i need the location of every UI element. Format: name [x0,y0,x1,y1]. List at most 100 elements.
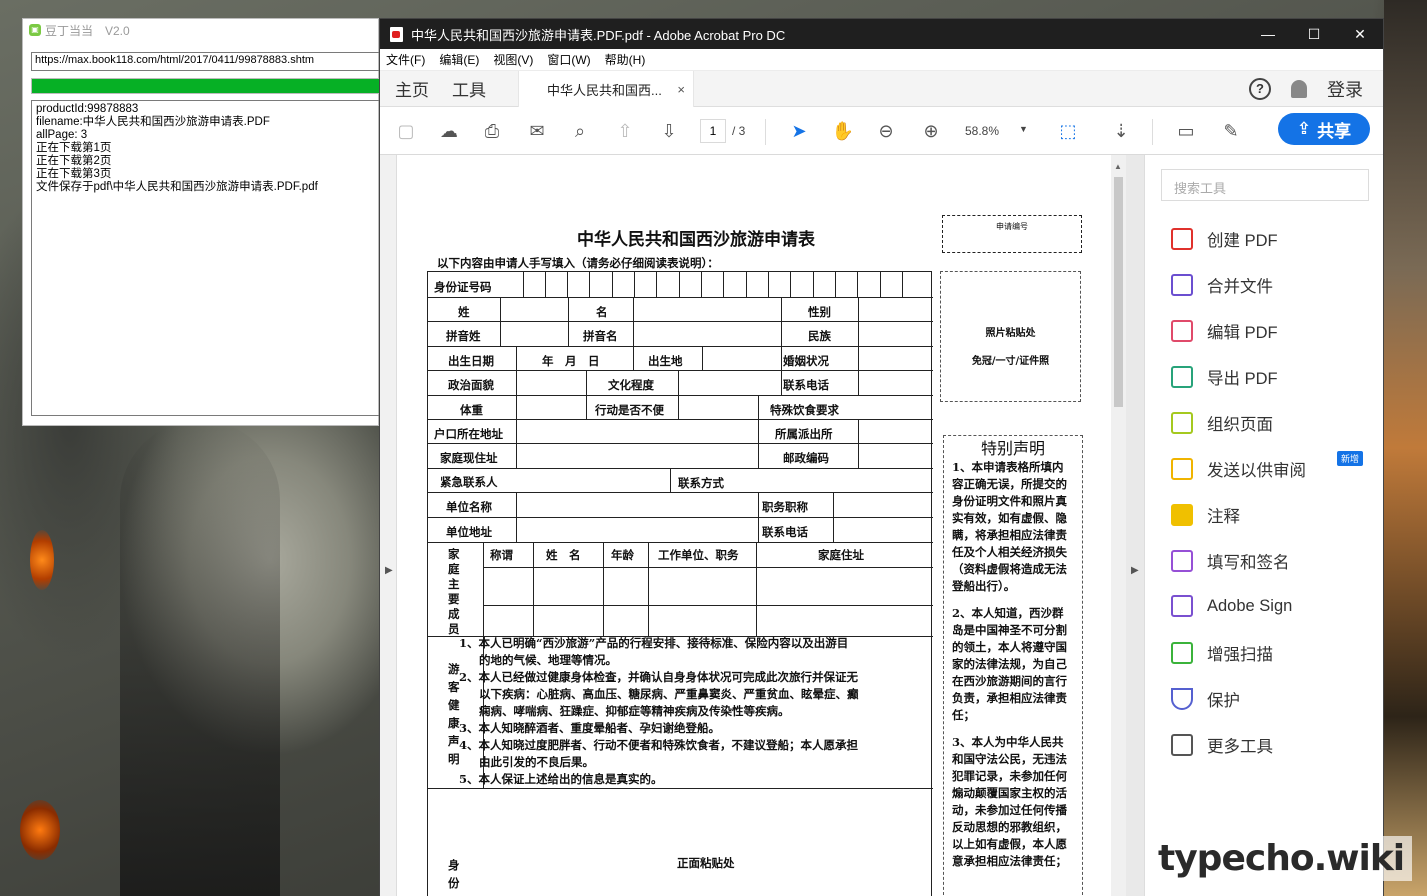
new-badge: 新增 [1337,451,1364,466]
label-contact: 联系方式 [678,476,724,490]
vertical-scrollbar[interactable]: ▲ [1111,155,1126,896]
save-icon[interactable]: ▢ [394,119,418,143]
scroll-up-icon[interactable]: ▲ [1114,162,1122,171]
tab-tools[interactable]: 工具 [452,76,486,101]
label-py-given: 拼音名 [583,329,618,343]
share-icon: ⇪ [1296,119,1312,138]
log-line: 正在下载第1页 [36,142,112,154]
label-work: 工作单位、职务 [658,548,739,562]
acrobat-titlebar[interactable]: 中华人民共和国西沙旅游申请表.PDF.pdf - Adobe Acrobat P… [380,19,1383,49]
share-button[interactable]: ⇪ 共享 [1278,113,1370,145]
tool-export-pdf[interactable]: 导出 PDF [1171,365,1278,389]
downloader-title: 豆丁当当 V2.0 [45,23,130,38]
menu-view[interactable]: 视图(V) [493,51,533,68]
tool-send-for-review[interactable]: 发送以供审阅 [1171,457,1306,481]
label-political: 政治面貌 [448,378,494,392]
download-log[interactable]: productId:99878883 filename:中华人民共和国西沙旅游申… [31,100,381,416]
menu-bar: 文件(F) 编辑(E) 视图(V) 窗口(W) 帮助(H) [380,49,1383,71]
combine-files-icon [1171,274,1193,296]
tab-bar: 主页 工具 中华人民共和国西... × ? 登录 [380,71,1383,107]
shield-icon [1171,688,1193,710]
tab-home[interactable]: 主页 [395,76,429,101]
special-declaration: 特别声明 1、本申请表格所填内容正确无误，所提交的身份证明文件和照片真实有效，如… [943,435,1083,896]
highlight-pen-icon[interactable]: ✎ [1219,119,1243,143]
log-line: productId:99878883 [36,103,139,115]
pdf-page[interactable]: 申请编号 中华人民共和国西沙旅游申请表 以下内容由申请人手写填入（请务必仔细阅读… [397,155,1111,896]
label-diet: 特殊饮食要求 [770,403,839,417]
tool-enhance-scan[interactable]: 增强扫描 [1171,641,1273,665]
login-button[interactable]: 登录 [1327,76,1363,102]
acrobat-window: 中华人民共和国西沙旅游申请表.PDF.pdf - Adobe Acrobat P… [379,18,1384,896]
organize-pages-icon [1171,412,1193,434]
maximize-button[interactable]: ☐ [1291,19,1337,49]
label-ethnic: 民族 [808,329,831,343]
downloader-titlebar[interactable]: ▣ 豆丁当当 V2.0 [23,19,378,41]
toolbar: ▢ ☁ ⎙ ✉ ⌕ ⇧ ⇩ 1 / 3 ➤ ✋ ⊖ ⊕ 58.8% ▼ ⬚ ⇣ … [380,107,1383,155]
fit-page-icon[interactable]: ⬚ [1056,119,1080,143]
scroll-mode-icon[interactable]: ⇣ [1109,119,1133,143]
select-cursor-icon[interactable]: ➤ [787,119,811,143]
label-weight: 体重 [460,403,483,417]
label-zip: 邮政编码 [783,451,829,465]
page-down-icon[interactable]: ⇩ [657,119,681,143]
label-idcard-side: 身份 [448,858,460,890]
hand-tool-icon[interactable]: ✋ [831,119,855,143]
label-employer-addr: 单位地址 [446,525,492,539]
label-position: 职务职称 [762,500,808,514]
tool-adobe-sign[interactable]: Adobe Sign [1171,595,1292,617]
zoom-level[interactable]: 58.8% [965,124,999,138]
label-name: 姓 名 [546,548,581,562]
help-icon[interactable]: ? [1249,77,1271,100]
right-panel-toggle[interactable]: ▶ [1126,155,1144,896]
left-panel-toggle[interactable]: ▶ [380,155,397,896]
enhance-scan-icon [1171,642,1193,664]
tool-organize-pages[interactable]: 组织页面 [1171,411,1273,435]
page-up-icon[interactable]: ⇧ [613,119,637,143]
menu-window[interactable]: 窗口(W) [547,51,590,68]
idcard-front-label: 正面粘贴处 [677,856,735,870]
log-line: 正在下载第2页 [36,155,112,167]
url-input[interactable]: https://max.book118.com/html/2017/0411/9… [31,52,381,71]
label-mobility: 行动是否不便 [595,403,664,417]
tool-create-pdf[interactable]: 创建 PDF [1171,227,1278,251]
pdf-title: 中华人民共和国西沙旅游申请表 [577,230,815,250]
application-form: 身份证号码 姓 名 性别 拼音姓 拼音名 民族 出生日期 年 月 日 出生地 婚… [427,271,933,896]
notification-bell-icon[interactable] [1291,79,1307,98]
zoom-in-icon[interactable]: ⊕ [919,119,943,143]
document-area: ▶ 申请编号 中华人民共和国西沙旅游申请表 以下内容由申请人手写填入（请务必仔细… [380,155,1383,896]
tool-protect[interactable]: 保护 [1171,687,1240,711]
tool-edit-pdf[interactable]: 编辑 PDF [1171,319,1278,343]
scrollbar-thumb[interactable] [1114,177,1123,407]
tool-fill-sign[interactable]: 填写和签名 [1171,549,1290,573]
minimize-button[interactable]: — [1245,19,1291,49]
window-title: 中华人民共和国西沙旅游申请表.PDF.pdf - Adobe Acrobat P… [411,27,786,43]
close-button[interactable]: ✕ [1337,19,1383,49]
menu-help[interactable]: 帮助(H) [605,51,646,68]
zoom-out-icon[interactable]: ⊖ [874,119,898,143]
comment-icon[interactable]: ▭ [1174,119,1198,143]
tab-document[interactable]: 中华人民共和国西... × [518,71,694,107]
app-logo-icon: ▣ [29,24,41,36]
tool-combine-files[interactable]: 合并文件 [1171,273,1273,297]
label-age: 年龄 [611,548,634,562]
tab-close-icon[interactable]: × [677,82,685,97]
export-pdf-icon [1171,366,1193,388]
zoom-dropdown-icon[interactable]: ▼ [1019,124,1028,134]
label-home: 家庭现住址 [440,451,498,465]
downloader-window: ▣ 豆丁当当 V2.0 https://max.book118.com/html… [22,18,381,426]
create-pdf-icon [1171,228,1193,250]
label-py-surname: 拼音姓 [446,329,481,343]
tool-more-tools[interactable]: 更多工具 [1171,733,1273,757]
upload-cloud-icon[interactable]: ☁ [437,119,461,143]
menu-edit[interactable]: 编辑(E) [439,51,479,68]
email-icon[interactable]: ✉ [525,119,549,143]
tools-search-input[interactable]: 搜索工具 [1161,169,1369,201]
menu-file[interactable]: 文件(F) [386,51,425,68]
log-line: allPage: 3 [36,129,88,141]
search-icon[interactable]: ⌕ [568,119,592,143]
label-dob: 出生日期 [448,354,494,368]
tool-comment[interactable]: 注释 [1171,503,1240,527]
print-icon[interactable]: ⎙ [480,119,504,143]
page-number-input[interactable]: 1 [700,119,726,143]
log-line: filename:中华人民共和国西沙旅游申请表.PDF [36,116,270,128]
